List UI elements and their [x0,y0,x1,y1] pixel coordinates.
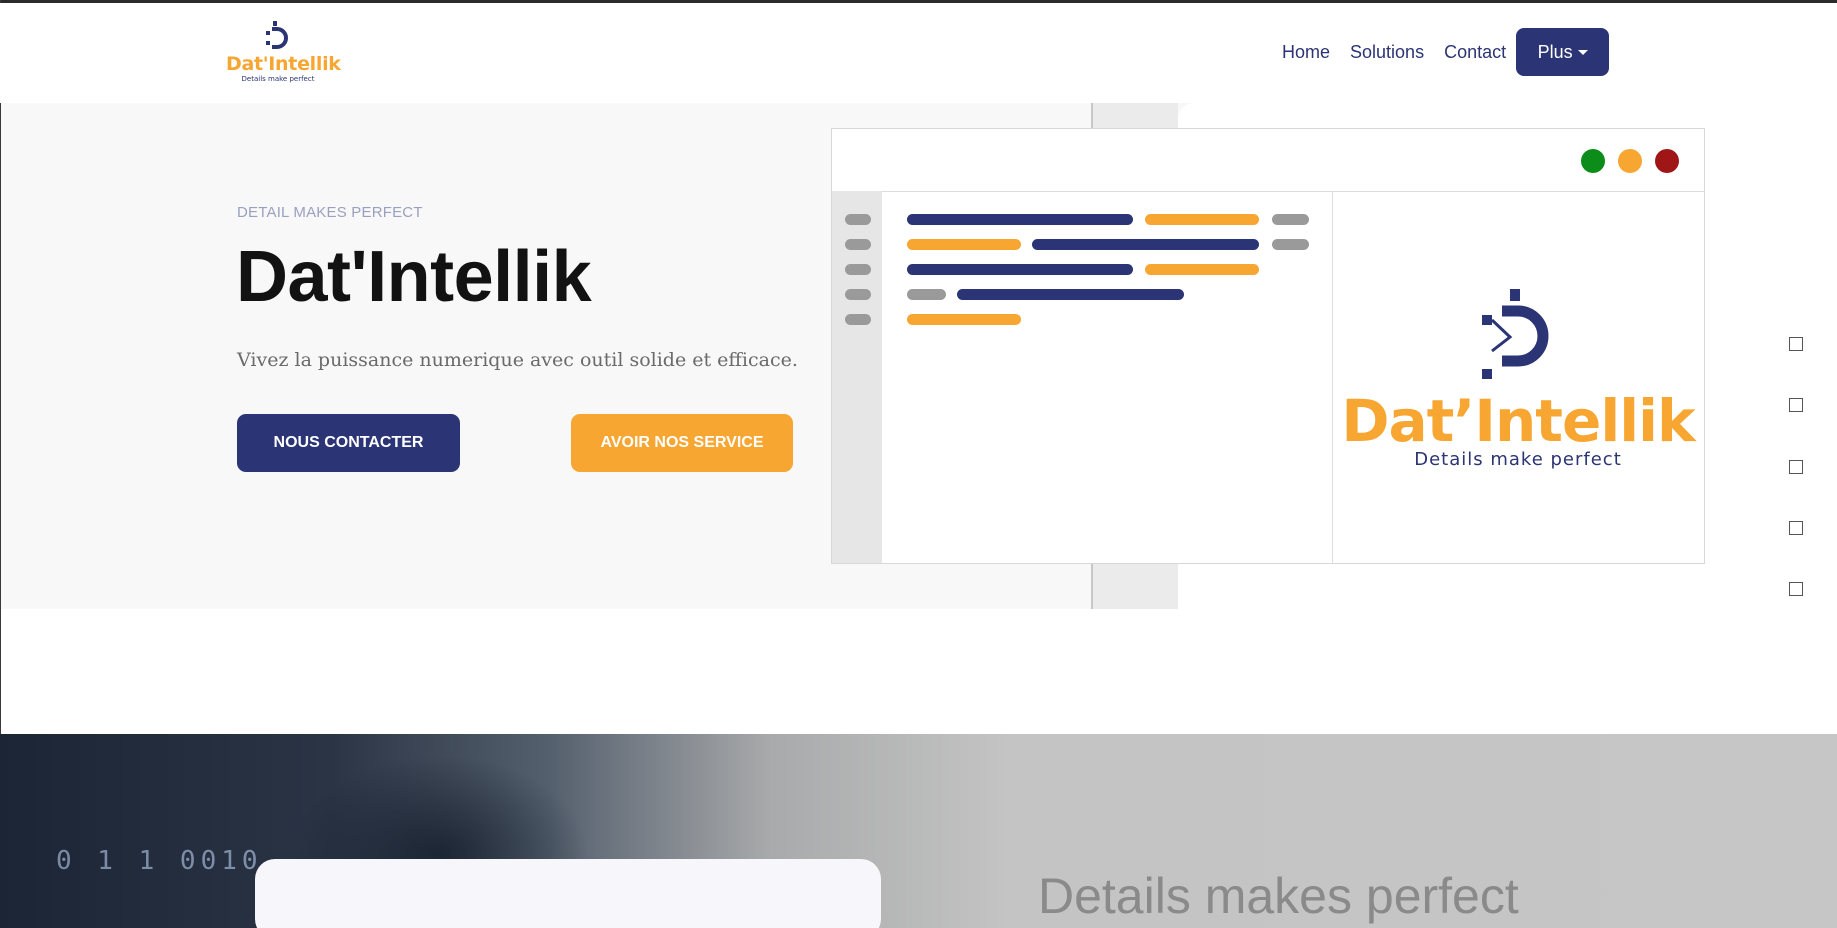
nav-link-solutions[interactable]: Solutions [1350,42,1424,63]
nav-links: Home Solutions Contact Plus [1282,28,1610,76]
logo-mark-icon [266,21,288,49]
mockup-logo-brand: Dat’Intellik [1341,387,1695,455]
code-line [907,214,1133,225]
slide-indicator-checkbox[interactable] [1789,460,1803,474]
banner-heading: Details makes perfect [1038,868,1519,924]
gutter-mark [845,314,871,325]
slide-indicator-checkbox[interactable] [1789,337,1803,351]
code-line [1032,239,1259,250]
mockup-title-bar [832,129,1704,192]
code-line [1145,214,1259,225]
gutter-mark [845,239,871,250]
code-line [907,239,1021,250]
code-line [907,289,946,300]
code-line [1272,239,1309,250]
code-line [1272,214,1309,225]
mockup-logo: Dat’Intellik Details make perfect [1332,191,1704,563]
code-line [907,264,1133,275]
mockup-logo-slogan: Details make perfect [1414,449,1622,470]
banner-card [255,859,881,928]
slide-indicator-checkbox[interactable] [1789,521,1803,535]
navbar: Dat'Intellik Details make perfect Home S… [0,3,1837,103]
about-banner: 0 1 1 0010 Details makes perfect [0,734,1837,928]
site-logo[interactable]: Dat'Intellik Details make perfect [226,21,341,87]
logo-slogan-text: Details make perfect [241,75,315,83]
more-dropdown-button[interactable]: Plus [1516,28,1610,76]
hero-title: Dat'Intellik [236,237,592,317]
banner-binary-digits: 0 1 1 0010 [56,846,263,876]
gutter-mark [845,264,871,275]
gutter-mark [845,214,871,225]
mockup-line-gutter [832,191,882,563]
orange-dot-icon [1618,149,1642,173]
more-dropdown-label: Plus [1537,41,1573,62]
hero-description: Vivez la puissance numerique avec outil … [237,349,798,371]
caret-down-icon [1577,49,1588,55]
contact-button[interactable]: NOUS CONTACTER [237,414,460,472]
gutter-mark [845,289,871,300]
services-button[interactable]: AVOIR NOS SERVICE [571,414,793,472]
code-line [957,289,1184,300]
red-dot-icon [1655,149,1679,173]
nav-link-contact[interactable]: Contact [1444,42,1506,63]
logo-mark-icon [1482,289,1549,379]
logo-brand-text: Dat'Intellik [226,53,341,75]
browser-mockup-illustration: Dat’Intellik Details make perfect [831,128,1705,564]
code-line [907,314,1021,325]
nav-link-home[interactable]: Home [1282,42,1330,63]
code-line [1145,264,1259,275]
green-dot-icon [1581,149,1605,173]
slide-indicator-checkbox[interactable] [1789,582,1803,596]
slide-indicator-checkbox[interactable] [1789,398,1803,412]
hero-tagline: DETAIL MAKES PERFECT [237,204,423,221]
